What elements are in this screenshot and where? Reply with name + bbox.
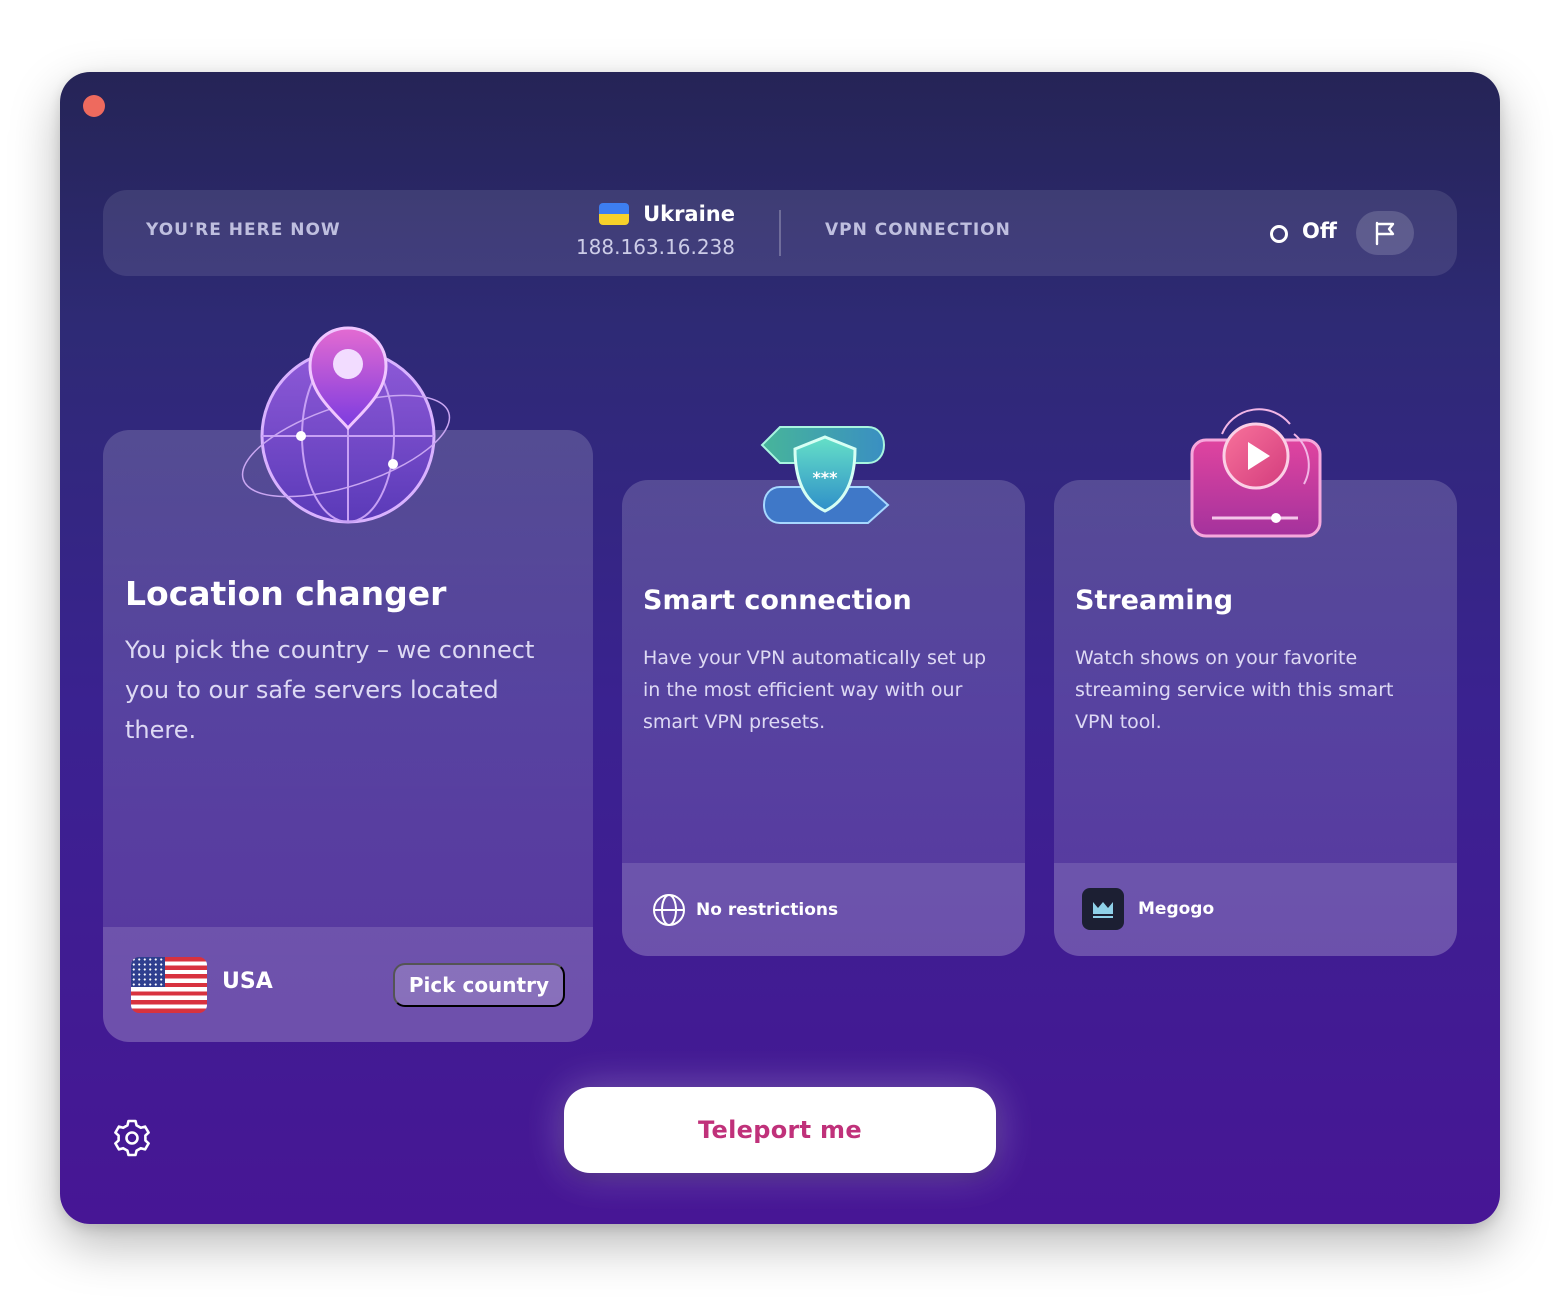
card-footer: No restrictions	[622, 863, 1025, 956]
teleport-me-button[interactable]: Teleport me	[564, 1087, 996, 1173]
app-window: YOU'RE HERE NOW Ukraine 188.163.16.238 V…	[60, 72, 1500, 1224]
vpn-status[interactable]: Off	[1302, 219, 1337, 243]
flag-icon	[1375, 221, 1395, 246]
card-description: You pick the country – we connect you to…	[125, 636, 535, 744]
card-footer: Megogo	[1054, 863, 1457, 956]
globe-icon	[653, 894, 685, 926]
card-footer: USA Pick country	[103, 927, 593, 1042]
ukraine-flag-icon	[599, 203, 630, 225]
selected-country: USA	[222, 969, 273, 994]
report-flag-button[interactable]	[1356, 211, 1414, 255]
card-description: Have your VPN automatically set up in th…	[643, 647, 987, 733]
current-country: Ukraine	[643, 202, 735, 226]
shield-icon: ***	[760, 426, 890, 524]
card-title: Smart connection	[643, 585, 912, 616]
current-ip: 188.163.16.238	[575, 235, 735, 259]
close-window-button[interactable]	[83, 95, 105, 117]
card-title: Streaming	[1075, 585, 1234, 616]
streaming-card[interactable]: Streaming Watch shows on your favorite s…	[1054, 480, 1457, 956]
play-icon	[1190, 408, 1322, 538]
vpn-connection-label: VPN CONNECTION	[825, 220, 1011, 240]
smart-connection-card[interactable]: Smart connection Have your VPN automatic…	[622, 480, 1025, 956]
usa-flag-icon	[131, 957, 207, 1013]
current-location: Ukraine 188.163.16.238	[576, 202, 735, 259]
card-title: Location changer	[125, 574, 447, 613]
settings-gear-icon[interactable]	[110, 1116, 154, 1160]
streaming-service-label: Megogo	[1138, 899, 1215, 919]
svg-text:***: ***	[812, 468, 838, 487]
preset-label: No restrictions	[696, 900, 839, 920]
status-bar: YOU'RE HERE NOW Ukraine 188.163.16.238 V…	[103, 190, 1457, 276]
pick-country-button[interactable]: Pick country	[392, 963, 565, 1007]
status-divider	[779, 210, 781, 256]
globe-pin-icon	[241, 326, 451, 524]
vpn-status-indicator-icon	[1270, 225, 1288, 243]
current-location-label: YOU'RE HERE NOW	[146, 220, 341, 240]
megogo-logo-icon	[1082, 888, 1124, 930]
card-description: Watch shows on your favorite streaming s…	[1075, 647, 1394, 733]
